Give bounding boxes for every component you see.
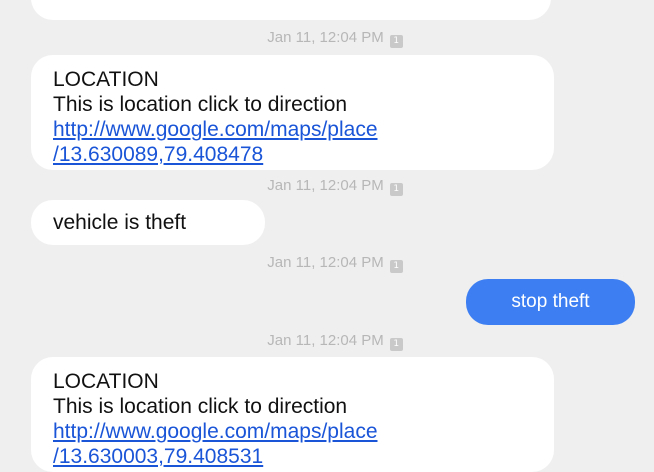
message-bubble-incoming[interactable]: LOCATION This is location click to direc… [31, 55, 554, 170]
timestamp-text: Jan 11, 12:04 PM [267, 177, 384, 194]
timestamp-text: Jan 11, 12:04 PM [267, 332, 384, 349]
maps-link[interactable]: http://www.google.com/maps/place [53, 419, 554, 444]
sim-card-icon: 1 [389, 260, 403, 273]
message-bubble-outgoing[interactable]: stop theft [466, 279, 635, 325]
message-timestamp: Jan 11, 12:04 PM 1 [0, 176, 654, 196]
message-line: This is location click to direction [53, 93, 348, 116]
sim-card-icon: 1 [389, 183, 403, 196]
maps-link[interactable]: /13.630003,79.408531 [53, 444, 554, 469]
maps-link[interactable]: http://www.google.com/maps/place [53, 117, 554, 142]
message-timestamp: Jan 11, 12:04 PM 1 [0, 253, 654, 273]
message-timestamp: Jan 11, 12:04 PM 1 [0, 331, 654, 351]
maps-link[interactable]: /13.630089,79.408478 [53, 142, 554, 167]
message-timestamp: Jan 11, 12:04 PM 1 [0, 28, 654, 48]
message-bubble-incoming[interactable]: vehicle is theft [31, 200, 265, 245]
message-bubble-incoming[interactable]: LOCATION This is location click to direc… [31, 357, 554, 472]
message-line: LOCATION [53, 370, 159, 393]
sim-card-icon: 1 [389, 35, 403, 48]
timestamp-text: Jan 11, 12:04 PM [267, 254, 384, 271]
message-thread: Jan 11, 12:04 PM 1 LOCATION This is locat… [0, 0, 654, 472]
message-line: LOCATION [53, 68, 159, 91]
sim-card-icon: 1 [389, 338, 403, 351]
message-bubble-previous[interactable] [31, 0, 551, 20]
timestamp-text: Jan 11, 12:04 PM [267, 29, 384, 46]
message-line: This is location click to direction [53, 395, 348, 418]
message-text: stop theft [511, 291, 590, 312]
message-text: vehicle is theft [53, 211, 187, 234]
